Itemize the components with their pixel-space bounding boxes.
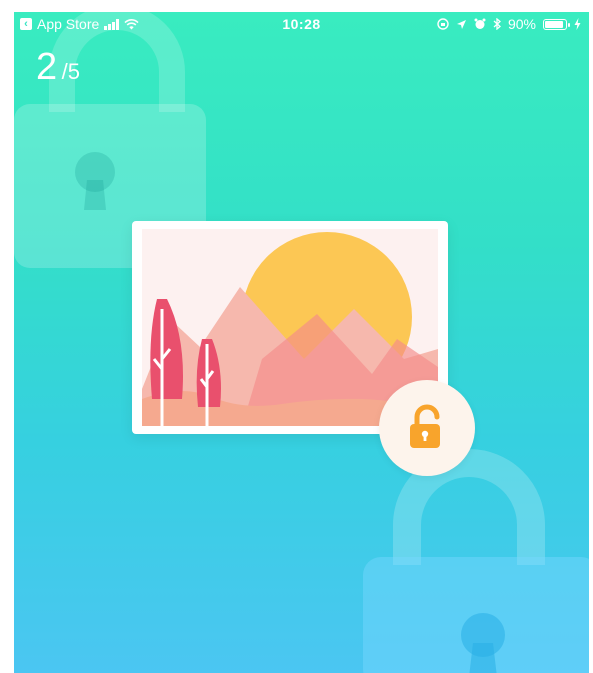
alarm-icon — [474, 18, 486, 29]
rotation-lock-icon — [437, 18, 449, 30]
unlock-icon — [410, 404, 440, 448]
battery-level-fill — [545, 20, 563, 28]
bluetooth-icon — [493, 18, 501, 30]
charging-icon — [574, 18, 581, 30]
location-icon — [456, 19, 466, 29]
status-indicators: 90% — [437, 16, 581, 32]
lock-icon — [363, 449, 589, 673]
unlock-button[interactable] — [379, 380, 475, 476]
lock-screen: ‹ App Store 10:28 90% 2 /5 — [14, 12, 589, 673]
battery-icon — [543, 18, 570, 30]
battery-percentage: 90% — [507, 16, 536, 32]
